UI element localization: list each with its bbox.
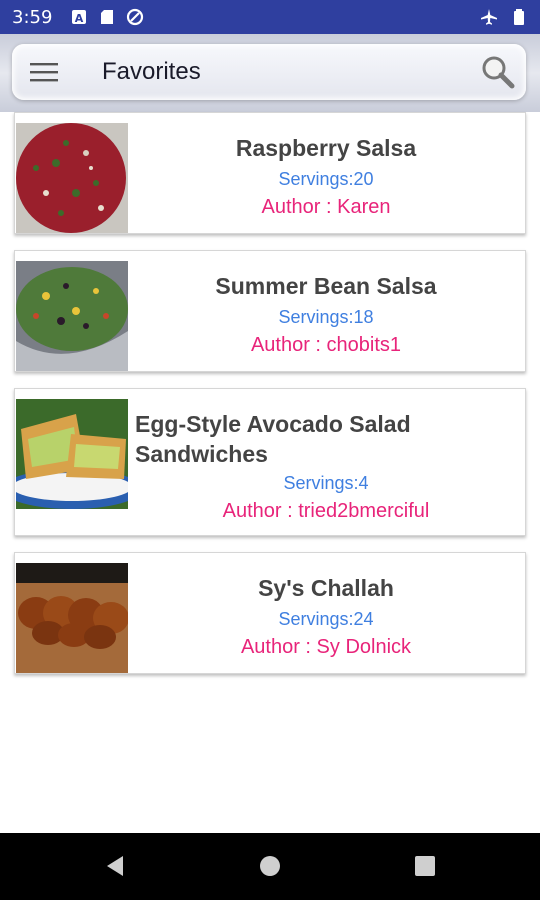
recipe-card[interactable]: Raspberry Salsa Servings:20 Author : Kar…: [14, 112, 526, 234]
search-icon: [482, 56, 515, 89]
challah-bread-photo: [16, 563, 128, 673]
back-button[interactable]: [100, 851, 130, 881]
sd-card-icon: [101, 10, 114, 24]
recipe-title-line-2: Sandwiches: [135, 441, 268, 467]
recipe-servings: Servings:24: [278, 609, 374, 629]
app-bar: Favorites: [0, 34, 540, 112]
sync-icon: [127, 8, 144, 26]
favorites-list: Raspberry Salsa Servings:20 Author : Kar…: [14, 112, 526, 690]
navigation-bar: [0, 833, 540, 900]
recipe-card[interactable]: Sy's Challah Servings:24 Author : Sy Dol…: [14, 552, 526, 674]
airplane-mode-icon: [481, 9, 497, 25]
recipe-servings: Servings:20: [278, 169, 374, 189]
svg-text:A: A: [75, 12, 84, 25]
recipe-card[interactable]: Egg-Style Avocado Salad Sandwiches Servi…: [14, 388, 526, 536]
avocado-sandwich-photo: [16, 399, 128, 509]
page-title: Favorites: [102, 58, 201, 85]
recipe-title: Raspberry Salsa: [235, 135, 417, 161]
recipe-title: Egg-Style Avocado Salad Sandwiches: [135, 409, 517, 469]
recipe-author: Author : chobits1: [250, 334, 402, 356]
recents-button[interactable]: [410, 851, 440, 881]
recipe-title-line-1: Egg-Style Avocado Salad: [135, 411, 411, 437]
hamburger-menu-icon: [30, 63, 58, 82]
back-icon: [107, 856, 123, 876]
home-icon: [260, 856, 280, 876]
battery-icon: [514, 9, 524, 25]
recipe-author: Author : Karen: [261, 196, 391, 218]
app-bar-panel: Favorites: [12, 44, 526, 100]
status-time: 3:59: [12, 6, 53, 28]
home-button[interactable]: [255, 851, 285, 881]
raspberry-salsa-photo: [16, 123, 128, 233]
recipe-author: Author : tried2bmerciful: [222, 500, 430, 522]
recipe-card[interactable]: Summer Bean Salsa Servings:18 Author : c…: [14, 250, 526, 372]
text-a-icon: A: [72, 10, 87, 25]
recipe-author: Author : Sy Dolnick: [240, 636, 412, 658]
menu-button[interactable]: [22, 50, 66, 94]
bean-salsa-photo: [16, 261, 128, 371]
recipe-title: Summer Bean Salsa: [215, 273, 437, 299]
status-bar: 3:59 A: [0, 0, 540, 34]
recipe-title: Sy's Challah: [258, 575, 394, 601]
recipe-servings: Servings:4: [283, 473, 369, 493]
search-button[interactable]: [476, 50, 520, 94]
recipe-servings: Servings:18: [278, 307, 374, 327]
recents-icon: [415, 856, 435, 876]
